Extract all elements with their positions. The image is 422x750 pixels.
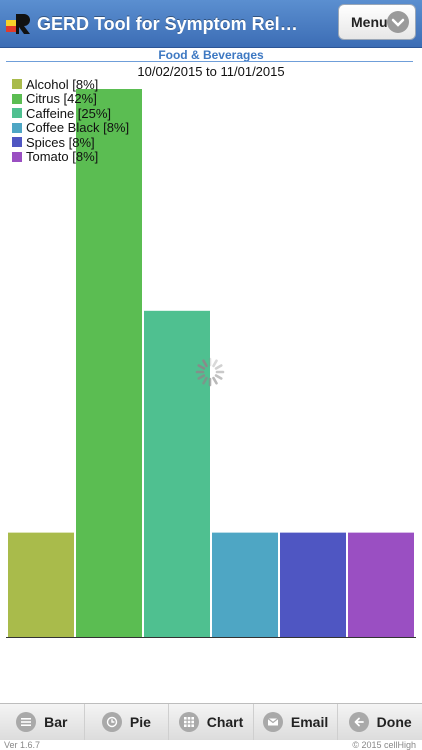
- grid-icon: [178, 712, 199, 732]
- legend-label: Citrus [42%]: [26, 91, 97, 107]
- legend-swatch: [12, 137, 22, 148]
- legend-label: Alcohol [8%]: [26, 76, 99, 92]
- legend-swatch: [12, 108, 22, 119]
- spinner-spoke: [202, 376, 208, 385]
- done-button-label: Done: [376, 714, 412, 730]
- legend-label: Coffee Black [8%]: [26, 120, 130, 136]
- pie-button-label: Pie: [129, 714, 151, 730]
- copyright-text: © 2015 cellHigh: [352, 740, 416, 750]
- bar-button-label: Bar: [44, 714, 68, 730]
- bar-5[interactable]: [348, 532, 414, 637]
- done-button[interactable]: Done: [338, 704, 422, 740]
- legend-label: Caffeine [25%]: [26, 105, 112, 121]
- email-icon: [262, 712, 283, 732]
- chart-button-label: Chart: [206, 714, 244, 730]
- spinner-spoke: [197, 374, 206, 380]
- spinner-spoke: [212, 359, 218, 368]
- legend-item: Caffeine [25%]: [12, 106, 129, 121]
- legend-swatch: [12, 79, 22, 90]
- loading-spinner-icon: [195, 357, 225, 387]
- legend-item: Coffee Black [8%]: [12, 120, 130, 136]
- legend-item: Citrus [42%]: [12, 91, 129, 107]
- spinner-spoke: [214, 374, 223, 380]
- legend-label: Spices [8%]: [26, 134, 95, 150]
- clock-icon: [101, 712, 122, 732]
- legend-swatch: [12, 122, 22, 133]
- bar-1[interactable]: [76, 89, 142, 637]
- bar-0[interactable]: [8, 532, 74, 637]
- legend-swatch: [12, 151, 22, 162]
- bar-4[interactable]: [280, 532, 346, 637]
- legend-item: Alcohol [8%]: [12, 77, 129, 92]
- legend-item: Tomato [8%]: [12, 149, 129, 165]
- chart-legend: Alcohol [8%] Citrus [42%] Caffeine [25%] Co…: [12, 77, 129, 164]
- legend-label: Tomato [8%]: [26, 149, 99, 165]
- chart-button[interactable]: Chart: [169, 704, 254, 740]
- legend-item: Spices [8%]: [12, 135, 129, 150]
- spinner-spoke: [212, 376, 218, 385]
- version-text: Ver 1.6.7: [4, 740, 41, 750]
- spinner-spoke: [214, 364, 223, 370]
- footer-toolbar: Bar Pie Chart Email Done: [0, 703, 422, 740]
- spinner-spoke: [202, 359, 208, 368]
- legend-swatch: [12, 93, 22, 104]
- email-button-label: Email: [290, 714, 329, 730]
- spinner-spoke: [197, 364, 206, 370]
- bar-button[interactable]: Bar: [0, 704, 85, 740]
- back-arrow-icon: [348, 712, 369, 732]
- bar-3[interactable]: [212, 532, 278, 637]
- email-button[interactable]: Email: [254, 704, 339, 740]
- pie-button[interactable]: Pie: [85, 704, 170, 740]
- list-icon: [16, 712, 37, 732]
